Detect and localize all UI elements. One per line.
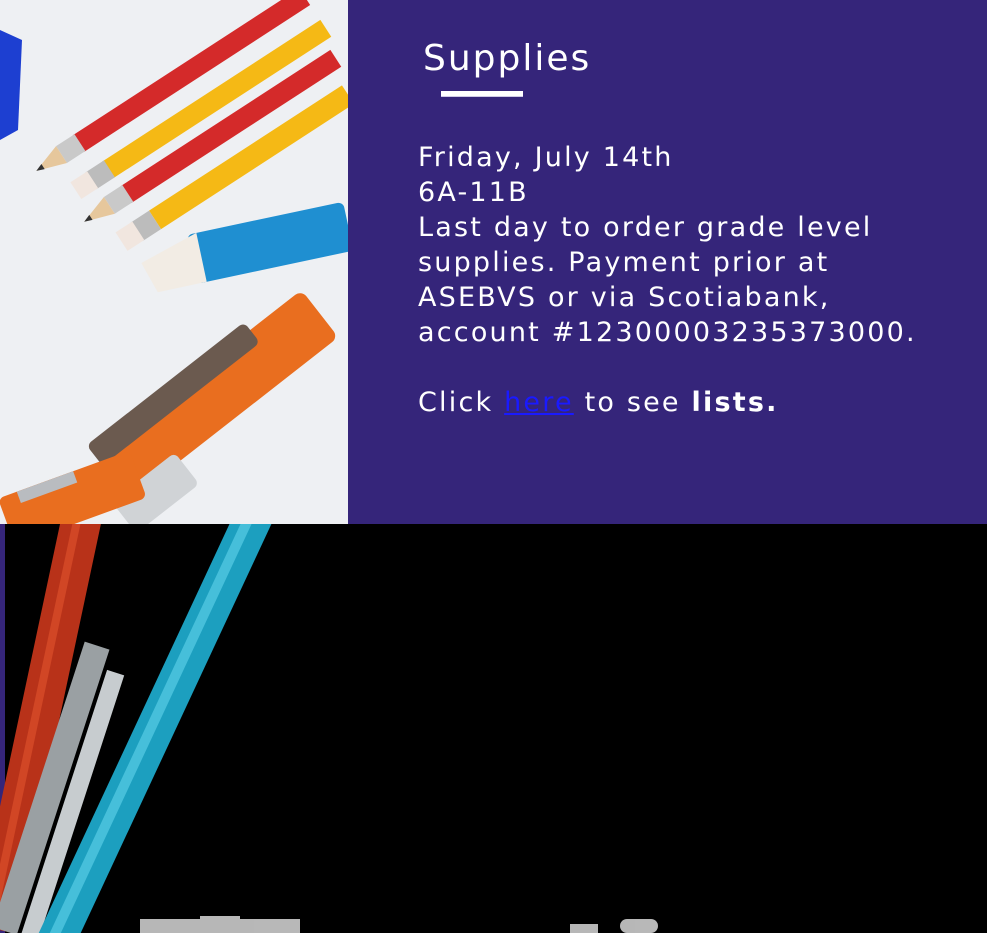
description-line-4: account #12300003235373000.: [418, 317, 917, 348]
event-time: 6A-11B: [418, 177, 529, 208]
pens-illustration: [0, 524, 987, 933]
cta-middle: to see: [573, 387, 692, 418]
pencils-illustration: [0, 0, 348, 524]
cta-line: Click here to see lists.: [418, 385, 958, 420]
here-link[interactable]: here: [504, 387, 574, 418]
description-line-1: Last day to order grade level: [418, 212, 873, 243]
description-line-3: ASEBVS or via Scotiabank,: [418, 282, 831, 313]
cta-bold-text: lists.: [691, 387, 779, 418]
cta-prefix: Click: [418, 387, 505, 418]
supplies-description: Friday, July 14th 6A-11B Last day to ord…: [418, 140, 958, 420]
description-line-2: supplies. Payment prior at: [418, 247, 830, 278]
section-heading: Supplies: [423, 38, 592, 79]
event-date: Friday, July 14th: [418, 142, 674, 173]
supplies-info-panel: Supplies Friday, July 14th 6A-11B Last d…: [348, 0, 987, 524]
school-supplies-photo: [0, 0, 348, 524]
pens-chalkboard-photo: [0, 524, 987, 933]
heading-underline: [441, 91, 523, 96]
supplies-section: Supplies Friday, July 14th 6A-11B Last d…: [0, 0, 987, 524]
